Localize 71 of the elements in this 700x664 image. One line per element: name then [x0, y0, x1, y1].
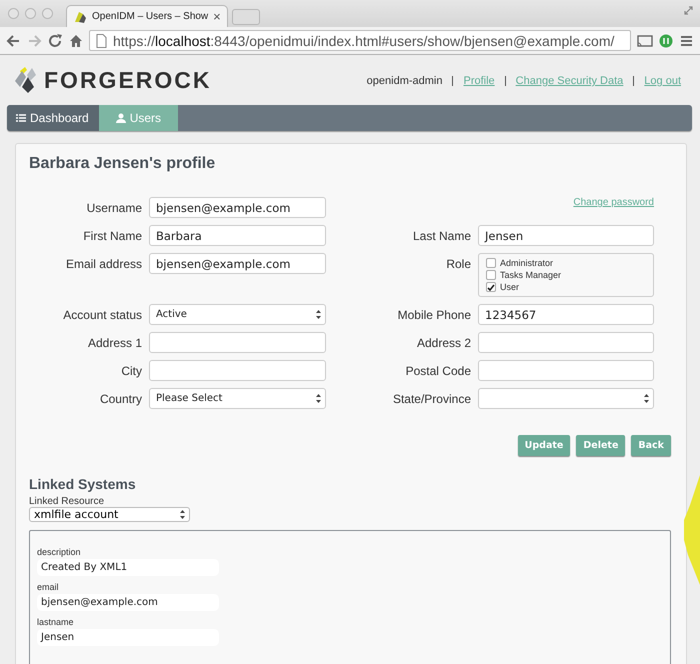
field-label: City: [120, 363, 142, 378]
attribute-label: email: [37, 582, 60, 592]
field-label: Username: [86, 200, 142, 215]
page-icon: [96, 34, 107, 48]
back-icon[interactable]: [6, 34, 21, 48]
input-field[interactable]: [149, 332, 326, 353]
field-label: Account status: [62, 307, 142, 322]
select-field[interactable]: xmlfile account: [29, 507, 190, 522]
field-label: First Name: [82, 228, 142, 243]
field-label: Last Name: [412, 228, 471, 243]
checkbox[interactable]: [486, 258, 496, 268]
tab-title: OpenIDM – Users – Show: [92, 11, 208, 22]
attribute-value: bjensen@example.com: [37, 594, 219, 611]
attribute-label: lastname: [37, 617, 75, 627]
forward-icon[interactable]: [27, 34, 42, 48]
input-field[interactable]: Jensen: [478, 225, 654, 246]
nav-tab[interactable]: Dashboard: [7, 105, 99, 131]
caret-icon: [316, 310, 321, 319]
checkbox[interactable]: [486, 270, 496, 280]
input-field[interactable]: bjensen@example.com: [149, 253, 326, 274]
checkbox-label: User: [500, 282, 520, 292]
caret-icon: [180, 510, 185, 519]
checkbox-label: Tasks Manager: [500, 270, 562, 280]
menu-icon[interactable]: [679, 34, 694, 48]
field-label: State/Province: [392, 391, 471, 406]
window-control[interactable]: [25, 8, 36, 19]
field-label: Role: [445, 256, 471, 271]
attribute-value: Created By XML1: [37, 559, 219, 576]
section-title: Linked Systems: [29, 476, 137, 492]
window-control[interactable]: [8, 8, 19, 19]
list-icon: [16, 113, 26, 123]
url-text: https://localhost:8443/openidmui/index.html#users/show/bjensen@example.com/: [113, 32, 614, 48]
input-field[interactable]: [478, 360, 654, 381]
home-icon[interactable]: [69, 34, 83, 48]
input-field[interactable]: Barbara: [149, 225, 326, 246]
reload-icon[interactable]: [48, 34, 63, 48]
attribute-value: Jensen: [37, 629, 219, 646]
select-field[interactable]: [478, 388, 654, 409]
select-field[interactable]: Please Select: [149, 388, 326, 409]
window-control[interactable]: [42, 8, 53, 19]
caret-icon: [644, 394, 649, 403]
input-field[interactable]: 1234567: [478, 304, 654, 325]
caret-icon: [316, 394, 321, 403]
field-label: Address 1: [86, 335, 142, 350]
input-field[interactable]: bjensen@example.com: [149, 197, 326, 218]
checkbox[interactable]: [486, 282, 496, 292]
address-bar[interactable]: https://localhost:8443/openidmui/index.html#users/show/bjensen@example.com/: [89, 30, 631, 51]
check-icon: [487, 284, 495, 290]
field-label: Postal Code: [404, 363, 471, 378]
user-icon: [116, 113, 126, 123]
logo-text: FORGEROCK: [44, 66, 212, 94]
extension-icon[interactable]: [659, 34, 673, 48]
field-label: Linked Resource: [29, 496, 106, 507]
input-field[interactable]: [149, 360, 326, 381]
profile-title: Barbara Jensen's profile: [29, 154, 216, 174]
logo-icon: [73, 10, 87, 24]
field-label: Email address: [64, 256, 142, 271]
close-tab-button[interactable]: ×: [213, 9, 221, 24]
field-label: Address 2: [416, 335, 471, 350]
fullscreen-icon[interactable]: [683, 5, 694, 16]
username-label: openidm-admin: [366, 75, 442, 87]
field-label: Country: [98, 391, 142, 406]
browser-tab[interactable]: OpenIDM – Users – Show ×: [66, 5, 228, 27]
checkbox-label: Administrator: [500, 258, 554, 268]
logo-icon: [14, 66, 36, 94]
input-field[interactable]: [478, 332, 654, 353]
new-tab-button[interactable]: [232, 9, 260, 25]
field-label: Mobile Phone: [396, 307, 471, 322]
cast-icon[interactable]: [637, 34, 653, 48]
attribute-label: description: [37, 547, 82, 557]
select-field[interactable]: Active: [149, 304, 326, 325]
